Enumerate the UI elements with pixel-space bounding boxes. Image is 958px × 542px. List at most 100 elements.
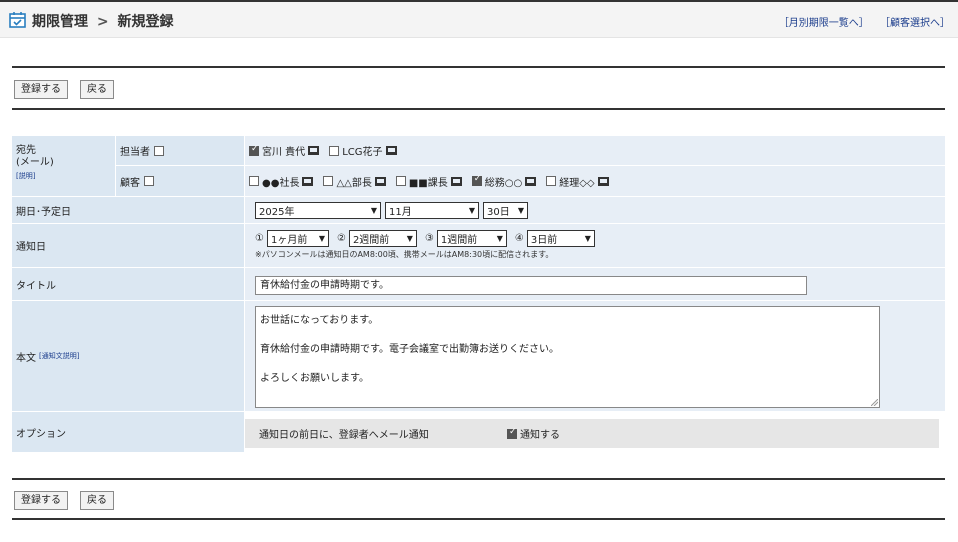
pc-mail-icon <box>302 176 314 186</box>
due-date-row: 期日･予定日 2025年 ▼ 11月 ▼ 30日 ▼ <box>12 197 945 223</box>
client-all-checkbox[interactable] <box>144 176 154 186</box>
pc-mail-icon <box>308 146 320 155</box>
staff-all-checkbox[interactable] <box>154 145 164 156</box>
recipient-checkbox[interactable] <box>249 176 259 186</box>
due-month-value: 11月 <box>389 206 412 218</box>
recipient-name: 宮川 貴代 <box>262 147 306 158</box>
notify-select-2[interactable]: 2週間前 ▼ <box>348 230 417 247</box>
recipient-name: 総務○○ <box>484 177 523 189</box>
title-row: タイトル 育休給付金の申請時期です。 <box>12 268 945 300</box>
option-box: 通知日の前日に、登録者へメール通知 通知する <box>245 419 939 448</box>
divider <box>12 66 945 68</box>
customer-select-link[interactable]: ［顧客選択へ］ <box>880 18 950 29</box>
chevron-down-icon: ▼ <box>517 205 524 215</box>
register-button-top[interactable]: 登録する <box>14 80 68 99</box>
title-input-cell: 育休給付金の申請時期です。 <box>245 268 945 300</box>
notify-options: ① 1ヶ月前 ▼ ② 2週間前 ▼ ③ 1週間前 ▼ ④ 3日前 ▼ ※パソコンメールは… <box>245 224 945 267</box>
client-label: 顧客 <box>120 177 140 189</box>
monthly-list-link[interactable]: ［月別期限一覧へ］ <box>779 18 869 29</box>
chevron-down-icon: ▼ <box>496 234 503 243</box>
notify-mark: ② <box>336 233 346 244</box>
notify-label: 通知日 <box>12 224 244 267</box>
staff-label-cell: 担当者 <box>116 136 244 165</box>
notify-value: 1週間前 <box>440 235 478 246</box>
due-year-value: 2025年 <box>259 206 295 218</box>
destination-row: 宛先 (メール) [説明] 担当者 宮川 貴代 LCG花子 顧客 ●●社長 △△… <box>12 136 945 196</box>
destination-explain-link[interactable]: [説明] <box>16 170 115 182</box>
body-row: 本文 [通知文説明] お世話になっております。 育休給付金の申請時期です。電子会… <box>12 301 945 411</box>
recipient-checkbox[interactable] <box>249 144 259 156</box>
pc-mail-icon <box>385 146 397 155</box>
recipient-name: 経理◇◇ <box>559 177 595 189</box>
staff-recipients: 宮川 貴代 LCG花子 <box>245 136 945 165</box>
chevron-down-icon: ▼ <box>406 234 413 243</box>
option-row: オプション 通知日の前日に、登録者へメール通知 通知する <box>12 412 945 452</box>
recipient-checkbox[interactable] <box>546 176 557 186</box>
notify-select-4[interactable]: 3日前 ▼ <box>526 230 595 247</box>
register-button-bottom[interactable]: 登録する <box>14 491 68 510</box>
recipient-checkbox[interactable] <box>395 176 406 186</box>
recipient-checkbox[interactable] <box>323 176 334 186</box>
recipient-checkbox[interactable] <box>471 174 482 186</box>
notify-note: ※パソコンメールは通知日のAM8:00頃、携帯メールはAM8:30頃に配信されま… <box>255 250 554 259</box>
notify-mark: ④ <box>514 233 524 244</box>
title-main: 期限管理 <box>32 14 88 30</box>
resize-handle-icon[interactable] <box>871 399 878 406</box>
due-month-select[interactable]: 11月 ▼ <box>385 201 479 219</box>
destination-label: 宛先 (メール) <box>16 145 54 168</box>
title-separator: > <box>96 14 109 30</box>
notify-select-3[interactable]: 1週間前 ▼ <box>436 230 507 247</box>
divider <box>12 518 945 520</box>
divider <box>12 108 945 110</box>
due-day-value: 30日 <box>487 206 510 218</box>
option-notify-checkbox[interactable] <box>507 427 517 439</box>
title-label: タイトル <box>12 268 244 300</box>
destination-label-cell: 宛先 (メール) [説明] <box>12 136 115 196</box>
divider <box>12 478 945 480</box>
staff-label: 担当者 <box>120 147 150 158</box>
chevron-down-icon: ▼ <box>370 205 377 215</box>
notify-mark: ③ <box>424 233 434 244</box>
title-sub: 新規登録 <box>117 14 174 30</box>
recipient-name: ■■課長 <box>408 177 448 189</box>
body-label-cell: 本文 [通知文説明] <box>12 301 244 411</box>
back-button-bottom[interactable]: 戻る <box>80 491 114 510</box>
due-date-label: 期日･予定日 <box>12 197 244 223</box>
option-label: オプション <box>12 412 244 452</box>
body-explain-link[interactable]: [通知文説明] <box>39 351 79 361</box>
body-label: 本文 <box>16 352 36 364</box>
recipient-name: ●●社長 <box>262 177 300 189</box>
client-recipients: ●●社長 △△部長 ■■課長 総務○○ 経理◇◇ <box>245 166 945 196</box>
recipient-name: △△部長 <box>336 177 372 189</box>
body-textarea-cell: お世話になっております。 育休給付金の申請時期です。電子会議室で出勤簿お送りくだ… <box>245 301 945 411</box>
pc-mail-icon <box>450 176 462 186</box>
notify-value: 3日前 <box>530 235 558 246</box>
chevron-down-icon: ▼ <box>318 234 325 243</box>
notify-value: 2週間前 <box>352 235 390 246</box>
notify-select-1[interactable]: 1ヶ月前 ▼ <box>266 230 329 247</box>
chevron-down-icon: ▼ <box>468 205 475 215</box>
body-textarea[interactable]: お世話になっております。 育休給付金の申請時期です。電子会議室で出勤簿お送りくだ… <box>255 306 880 408</box>
pc-mail-icon <box>597 176 609 186</box>
title-input[interactable]: 育休給付金の申請時期です。 <box>255 276 807 295</box>
notify-row: 通知日 ① 1ヶ月前 ▼ ② 2週間前 ▼ ③ 1週間前 ▼ ④ 3日前 ▼ ※パソコン… <box>12 224 945 267</box>
page-title: 期限管理 > 新規登録 <box>32 11 173 31</box>
due-date-selects: 2025年 ▼ 11月 ▼ 30日 ▼ <box>245 197 945 223</box>
option-desc: 通知日の前日に、登録者へメール通知 <box>259 430 429 441</box>
page-header: 期限管理 > 新規登録 ［月別期限一覧へ］ ［顧客選択へ］ <box>0 2 958 38</box>
back-button-top[interactable]: 戻る <box>80 80 114 99</box>
header-links: ［月別期限一覧へ］ ［顧客選択へ］ <box>771 14 950 29</box>
chevron-down-icon: ▼ <box>584 234 591 243</box>
due-year-select[interactable]: 2025年 ▼ <box>255 201 381 219</box>
option-notify-label: 通知する <box>520 430 560 441</box>
recipient-checkbox[interactable] <box>329 145 340 156</box>
calendar-icon <box>9 12 26 28</box>
option-cell: 通知日の前日に、登録者へメール通知 通知する <box>245 412 945 452</box>
pc-mail-icon <box>525 176 537 186</box>
notify-mark: ① <box>255 233 264 244</box>
pc-mail-icon <box>374 176 386 186</box>
notify-value: 1ヶ月前 <box>270 235 308 246</box>
recipient-name: LCG花子 <box>342 147 383 158</box>
client-label-cell: 顧客 <box>116 166 244 196</box>
due-day-select[interactable]: 30日 ▼ <box>483 201 528 219</box>
